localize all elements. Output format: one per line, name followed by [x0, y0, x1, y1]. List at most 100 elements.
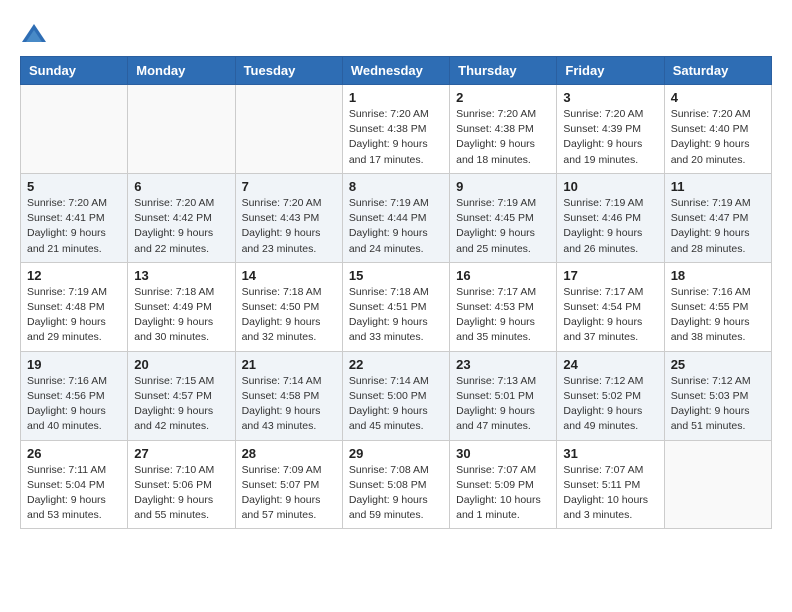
- day-number: 2: [456, 90, 550, 105]
- day-info: Sunrise: 7:07 AM Sunset: 5:09 PM Dayligh…: [456, 463, 550, 524]
- calendar-day-25: 25 Sunrise: 7:12 AM Sunset: 5:03 PM Dayli…: [664, 351, 771, 440]
- weekday-header-row: SundayMondayTuesdayWednesdayThursdayFrid…: [21, 57, 772, 85]
- calendar-day-16: 16 Sunrise: 7:17 AM Sunset: 4:53 PM Dayli…: [450, 262, 557, 351]
- day-info: Sunrise: 7:20 AM Sunset: 4:38 PM Dayligh…: [349, 107, 443, 168]
- day-number: 14: [242, 268, 336, 283]
- day-number: 15: [349, 268, 443, 283]
- day-info: Sunrise: 7:20 AM Sunset: 4:40 PM Dayligh…: [671, 107, 765, 168]
- weekday-header-tuesday: Tuesday: [235, 57, 342, 85]
- day-info: Sunrise: 7:08 AM Sunset: 5:08 PM Dayligh…: [349, 463, 443, 524]
- day-number: 1: [349, 90, 443, 105]
- day-number: 12: [27, 268, 121, 283]
- day-number: 5: [27, 179, 121, 194]
- day-info: Sunrise: 7:20 AM Sunset: 4:39 PM Dayligh…: [563, 107, 657, 168]
- day-number: 11: [671, 179, 765, 194]
- calendar-day-9: 9Sunrise: 7:19 AM Sunset: 4:45 PM Daylig…: [450, 173, 557, 262]
- day-info: Sunrise: 7:15 AM Sunset: 4:57 PM Dayligh…: [134, 374, 228, 435]
- day-info: Sunrise: 7:14 AM Sunset: 5:00 PM Dayligh…: [349, 374, 443, 435]
- day-number: 17: [563, 268, 657, 283]
- day-info: Sunrise: 7:10 AM Sunset: 5:06 PM Dayligh…: [134, 463, 228, 524]
- day-number: 7: [242, 179, 336, 194]
- day-number: 27: [134, 446, 228, 461]
- day-number: 3: [563, 90, 657, 105]
- calendar-day-21: 21 Sunrise: 7:14 AM Sunset: 4:58 PM Dayli…: [235, 351, 342, 440]
- calendar-week-row: 5 Sunrise: 7:20 AM Sunset: 4:41 PM Daylig…: [21, 173, 772, 262]
- weekday-header-thursday: Thursday: [450, 57, 557, 85]
- calendar-day-18: 18 Sunrise: 7:16 AM Sunset: 4:55 PM Dayli…: [664, 262, 771, 351]
- calendar-day-22: 22 Sunrise: 7:14 AM Sunset: 5:00 PM Dayli…: [342, 351, 449, 440]
- page: SundayMondayTuesdayWednesdayThursdayFrid…: [0, 0, 792, 545]
- day-number: 26: [27, 446, 121, 461]
- calendar-week-row: 1 Sunrise: 7:20 AM Sunset: 4:38 PM Daylig…: [21, 85, 772, 174]
- day-number: 13: [134, 268, 228, 283]
- day-info: Sunrise: 7:19 AM Sunset: 4:46 PM Dayligh…: [563, 196, 657, 257]
- day-info: Sunrise: 7:20 AM Sunset: 4:38 PM Dayligh…: [456, 107, 550, 168]
- logo: [20, 20, 52, 48]
- day-info: Sunrise: 7:20 AM Sunset: 4:43 PM Dayligh…: [242, 196, 336, 257]
- calendar-day-14: 14 Sunrise: 7:18 AM Sunset: 4:50 PM Dayli…: [235, 262, 342, 351]
- day-number: 23: [456, 357, 550, 372]
- day-number: 18: [671, 268, 765, 283]
- day-info: Sunrise: 7:19 AM Sunset: 4:44 PM Dayligh…: [349, 196, 443, 257]
- day-info: Sunrise: 7:16 AM Sunset: 4:56 PM Dayligh…: [27, 374, 121, 435]
- calendar-day-1: 1 Sunrise: 7:20 AM Sunset: 4:38 PM Daylig…: [342, 85, 449, 174]
- calendar-day-4: 4 Sunrise: 7:20 AM Sunset: 4:40 PM Daylig…: [664, 85, 771, 174]
- day-number: 30: [456, 446, 550, 461]
- day-number: 31: [563, 446, 657, 461]
- day-info: Sunrise: 7:14 AM Sunset: 4:58 PM Dayligh…: [242, 374, 336, 435]
- header: [20, 16, 772, 48]
- weekday-header-friday: Friday: [557, 57, 664, 85]
- calendar-day-11: 11 Sunrise: 7:19 AM Sunset: 4:47 PM Dayli…: [664, 173, 771, 262]
- day-number: 28: [242, 446, 336, 461]
- calendar-week-row: 26 Sunrise: 7:11 AM Sunset: 5:04 PM Dayli…: [21, 440, 772, 529]
- day-number: 29: [349, 446, 443, 461]
- day-info: Sunrise: 7:16 AM Sunset: 4:55 PM Dayligh…: [671, 285, 765, 346]
- day-info: Sunrise: 7:20 AM Sunset: 4:41 PM Dayligh…: [27, 196, 121, 257]
- calendar-day-29: 29 Sunrise: 7:08 AM Sunset: 5:08 PM Dayli…: [342, 440, 449, 529]
- day-info: Sunrise: 7:12 AM Sunset: 5:03 PM Dayligh…: [671, 374, 765, 435]
- calendar-day-empty: [128, 85, 235, 174]
- calendar-day-12: 12 Sunrise: 7:19 AM Sunset: 4:48 PM Dayli…: [21, 262, 128, 351]
- day-info: Sunrise: 7:13 AM Sunset: 5:01 PM Dayligh…: [456, 374, 550, 435]
- calendar-day-19: 19 Sunrise: 7:16 AM Sunset: 4:56 PM Dayli…: [21, 351, 128, 440]
- day-info: Sunrise: 7:17 AM Sunset: 4:53 PM Dayligh…: [456, 285, 550, 346]
- day-info: Sunrise: 7:18 AM Sunset: 4:49 PM Dayligh…: [134, 285, 228, 346]
- calendar-week-row: 19 Sunrise: 7:16 AM Sunset: 4:56 PM Dayli…: [21, 351, 772, 440]
- day-number: 22: [349, 357, 443, 372]
- calendar-day-8: 8Sunrise: 7:19 AM Sunset: 4:44 PM Daylig…: [342, 173, 449, 262]
- logo-icon: [20, 20, 48, 48]
- day-number: 16: [456, 268, 550, 283]
- weekday-header-monday: Monday: [128, 57, 235, 85]
- calendar-day-27: 27 Sunrise: 7:10 AM Sunset: 5:06 PM Dayli…: [128, 440, 235, 529]
- calendar-day-empty: [235, 85, 342, 174]
- day-info: Sunrise: 7:17 AM Sunset: 4:54 PM Dayligh…: [563, 285, 657, 346]
- day-number: 19: [27, 357, 121, 372]
- weekday-header-wednesday: Wednesday: [342, 57, 449, 85]
- day-info: Sunrise: 7:11 AM Sunset: 5:04 PM Dayligh…: [27, 463, 121, 524]
- weekday-header-sunday: Sunday: [21, 57, 128, 85]
- day-info: Sunrise: 7:19 AM Sunset: 4:47 PM Dayligh…: [671, 196, 765, 257]
- calendar-day-24: 24Sunrise: 7:12 AM Sunset: 5:02 PM Dayli…: [557, 351, 664, 440]
- calendar-day-6: 6 Sunrise: 7:20 AM Sunset: 4:42 PM Daylig…: [128, 173, 235, 262]
- calendar-day-7: 7 Sunrise: 7:20 AM Sunset: 4:43 PM Daylig…: [235, 173, 342, 262]
- day-number: 21: [242, 357, 336, 372]
- day-info: Sunrise: 7:09 AM Sunset: 5:07 PM Dayligh…: [242, 463, 336, 524]
- calendar-table: SundayMondayTuesdayWednesdayThursdayFrid…: [20, 56, 772, 529]
- calendar-day-13: 13 Sunrise: 7:18 AM Sunset: 4:49 PM Dayli…: [128, 262, 235, 351]
- calendar-day-26: 26 Sunrise: 7:11 AM Sunset: 5:04 PM Dayli…: [21, 440, 128, 529]
- calendar-day-empty: [21, 85, 128, 174]
- day-number: 6: [134, 179, 228, 194]
- day-number: 25: [671, 357, 765, 372]
- day-number: 9: [456, 179, 550, 194]
- calendar-day-empty: [664, 440, 771, 529]
- calendar-day-23: 23 Sunrise: 7:13 AM Sunset: 5:01 PM Dayli…: [450, 351, 557, 440]
- day-number: 4: [671, 90, 765, 105]
- calendar-day-28: 28 Sunrise: 7:09 AM Sunset: 5:07 PM Dayli…: [235, 440, 342, 529]
- day-number: 20: [134, 357, 228, 372]
- calendar-day-17: 17 Sunrise: 7:17 AM Sunset: 4:54 PM Dayli…: [557, 262, 664, 351]
- calendar-day-15: 15 Sunrise: 7:18 AM Sunset: 4:51 PM Dayli…: [342, 262, 449, 351]
- day-info: Sunrise: 7:18 AM Sunset: 4:50 PM Dayligh…: [242, 285, 336, 346]
- day-info: Sunrise: 7:20 AM Sunset: 4:42 PM Dayligh…: [134, 196, 228, 257]
- day-info: Sunrise: 7:19 AM Sunset: 4:48 PM Dayligh…: [27, 285, 121, 346]
- day-info: Sunrise: 7:18 AM Sunset: 4:51 PM Dayligh…: [349, 285, 443, 346]
